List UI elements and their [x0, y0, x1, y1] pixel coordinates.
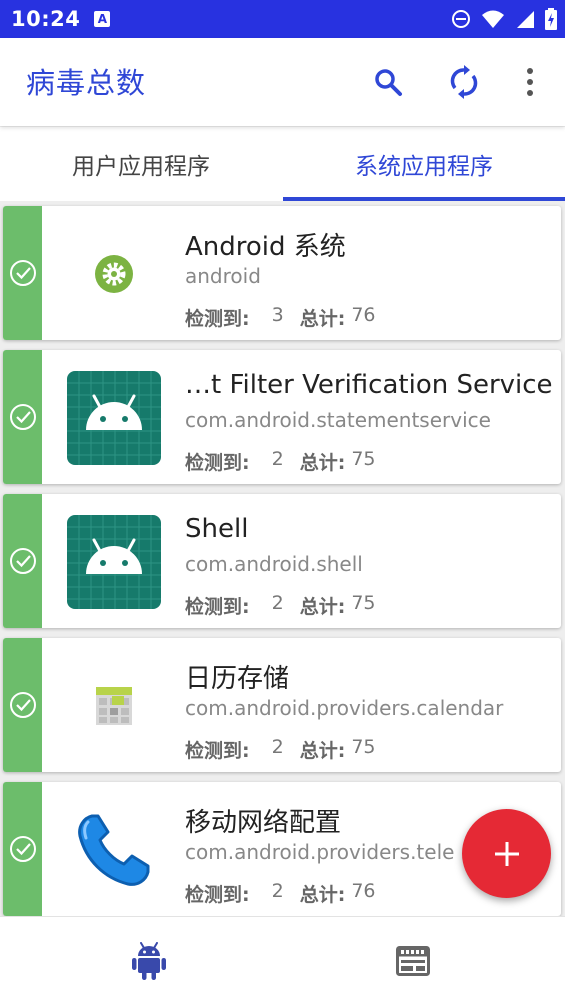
app-list[interactable]: Android 系统 android 检测到: 3 总计: 76 …t Filt… [0, 201, 565, 916]
total-label: 总计: [299, 596, 346, 618]
app-name: …t Filter Verification Service [185, 370, 553, 400]
web-panel-icon [396, 946, 430, 976]
search-icon [375, 69, 402, 96]
detected-value: 3 [271, 304, 284, 326]
app-card[interactable]: Android 系统 android 检测到: 3 总计: 76 [3, 206, 561, 340]
more-vert-icon [527, 68, 533, 96]
app-package: com.android.shell [185, 552, 363, 576]
do-not-disturb-icon [452, 10, 470, 28]
scan-stats: 检测到: 2 总计: 76 [185, 880, 376, 907]
detected-value: 2 [271, 880, 284, 902]
scan-stats: 检测到: 2 总计: 75 [185, 736, 376, 763]
detected-label: 检测到: [185, 308, 250, 330]
app-icon [63, 224, 165, 324]
more-options-button[interactable] [510, 62, 550, 102]
status-bar: 10:24 A [0, 0, 565, 38]
total-value: 76 [351, 880, 376, 902]
bottom-nav [0, 916, 565, 1005]
app-package: com.android.providers.calendar [185, 696, 504, 720]
phone-icon [78, 814, 150, 886]
status-strip [3, 350, 42, 484]
scan-stats: 检测到: 2 总计: 75 [185, 448, 376, 475]
total-label: 总计: [299, 452, 346, 474]
total-value: 76 [351, 304, 376, 326]
status-strip [3, 638, 42, 772]
cell-signal-icon [517, 11, 534, 28]
add-fab-button[interactable] [462, 809, 551, 898]
check-circle-icon [9, 260, 36, 286]
total-value: 75 [351, 448, 376, 470]
status-time: 10:24 [11, 7, 81, 31]
status-strip [3, 782, 42, 916]
status-strip [3, 494, 42, 628]
total-value: 75 [351, 736, 376, 758]
check-circle-icon [9, 836, 36, 862]
total-value: 75 [351, 592, 376, 614]
app-title: 病毒总数 [26, 66, 147, 100]
detected-label: 检测到: [185, 884, 250, 906]
total-label: 总计: [299, 308, 346, 330]
check-circle-icon [9, 692, 36, 718]
android-icon [132, 942, 166, 980]
detected-value: 2 [271, 448, 284, 470]
search-button[interactable] [368, 62, 408, 102]
app-icon [63, 656, 165, 756]
total-label: 总计: [299, 740, 346, 762]
app-name: 移动网络配置 [185, 808, 342, 838]
scan-stats: 检测到: 2 总计: 75 [185, 592, 376, 619]
app-package: android [185, 264, 261, 288]
status-icons [451, 0, 557, 38]
nav-item-web[interactable] [272, 917, 554, 1005]
app-card[interactable]: Shell com.android.shell 检测到: 2 总计: 75 [3, 494, 561, 628]
sync-icon [450, 65, 478, 99]
app-name: Android 系统 [185, 232, 346, 262]
total-label: 总计: [299, 884, 346, 906]
app-package: com.android.providers.tele [185, 840, 455, 864]
check-circle-icon [9, 404, 36, 430]
scan-stats: 检测到: 3 总计: 76 [185, 304, 376, 331]
tab-bar: 用户应用程序 系统应用程序 [0, 127, 565, 201]
app-bar: 病毒总数 [0, 38, 565, 126]
wifi-icon [482, 10, 504, 28]
detected-label: 检测到: [185, 740, 250, 762]
nav-item-apps[interactable] [8, 917, 290, 1005]
detected-value: 2 [271, 592, 284, 614]
check-circle-icon [9, 548, 36, 574]
plus-icon [494, 841, 519, 866]
settings-gear-icon [95, 255, 133, 293]
battery-icon [545, 8, 557, 30]
app-icon [63, 512, 165, 612]
android-robot-icon [67, 371, 161, 465]
app-icon [63, 368, 165, 468]
detected-value: 2 [271, 736, 284, 758]
status-strip [3, 206, 42, 340]
calendar-icon [96, 687, 132, 725]
sync-button[interactable] [444, 62, 484, 102]
detected-label: 检测到: [185, 596, 250, 618]
app-name: Shell [185, 514, 249, 544]
tab-user-apps[interactable]: 用户应用程序 [0, 127, 282, 201]
notification-badge-icon: A [94, 11, 111, 27]
app-card[interactable]: …t Filter Verification Service com.andro… [3, 350, 561, 484]
tab-system-apps[interactable]: 系统应用程序 [283, 127, 565, 201]
app-package: com.android.statementservice [185, 408, 491, 432]
android-robot-icon [67, 515, 161, 609]
app-icon [63, 800, 165, 900]
detected-label: 检测到: [185, 452, 250, 474]
app-name: 日历存储 [185, 664, 290, 694]
app-card[interactable]: 日历存储 com.android.providers.calendar 检测到:… [3, 638, 561, 772]
